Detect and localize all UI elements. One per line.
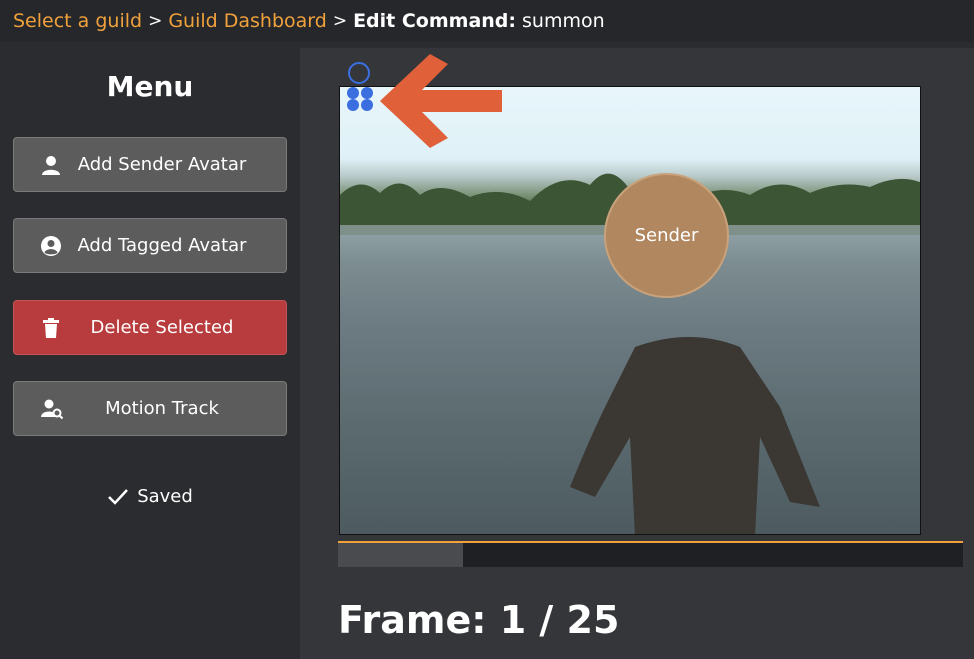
user-search-icon — [40, 398, 64, 420]
breadcrumb-edit-command-label: Edit Command: — [353, 10, 517, 32]
trash-icon — [40, 317, 62, 339]
frame-counter: Frame: 1 / 25 — [338, 598, 619, 642]
user-circle-icon — [40, 235, 62, 257]
menu-title: Menu — [106, 70, 194, 103]
save-status: Saved — [0, 486, 300, 507]
pointer-arrow-icon — [380, 54, 502, 148]
gif-frame-canvas[interactable] — [339, 86, 921, 535]
delete-selected-label: Delete Selected — [90, 317, 234, 338]
user-icon — [40, 154, 62, 176]
motion-track-label: Motion Track — [105, 398, 219, 419]
timeline-progress — [338, 543, 463, 567]
breadcrumb-select-guild-link[interactable]: Select a guild — [13, 10, 142, 32]
add-sender-avatar-button[interactable]: Add Sender Avatar — [13, 137, 287, 192]
delete-selected-button[interactable]: Delete Selected — [13, 300, 287, 355]
add-tagged-avatar-button[interactable]: Add Tagged Avatar — [13, 218, 287, 273]
frame-counter-value: 1 / 25 — [499, 598, 620, 642]
save-status-label: Saved — [137, 486, 193, 507]
frame-counter-prefix: Frame: — [338, 598, 487, 642]
sender-avatar-placeholder[interactable]: Sender — [604, 173, 729, 298]
person-silhouette — [570, 337, 820, 534]
resize-handle[interactable] — [346, 86, 374, 112]
breadcrumb-separator: > — [332, 11, 348, 31]
breadcrumb-command-name: summon — [522, 10, 605, 32]
breadcrumb-guild-dashboard-link[interactable]: Guild Dashboard — [168, 10, 327, 32]
check-icon — [108, 488, 129, 505]
motion-track-button[interactable]: Motion Track — [13, 381, 287, 436]
frame-timeline-slider[interactable] — [338, 541, 963, 567]
add-sender-avatar-label: Add Sender Avatar — [77, 154, 247, 175]
add-tagged-avatar-label: Add Tagged Avatar — [77, 235, 247, 256]
rotate-handle[interactable] — [348, 62, 370, 84]
breadcrumb: Select a guild > Guild Dashboard > Edit … — [0, 0, 974, 42]
breadcrumb-separator: > — [148, 11, 163, 31]
